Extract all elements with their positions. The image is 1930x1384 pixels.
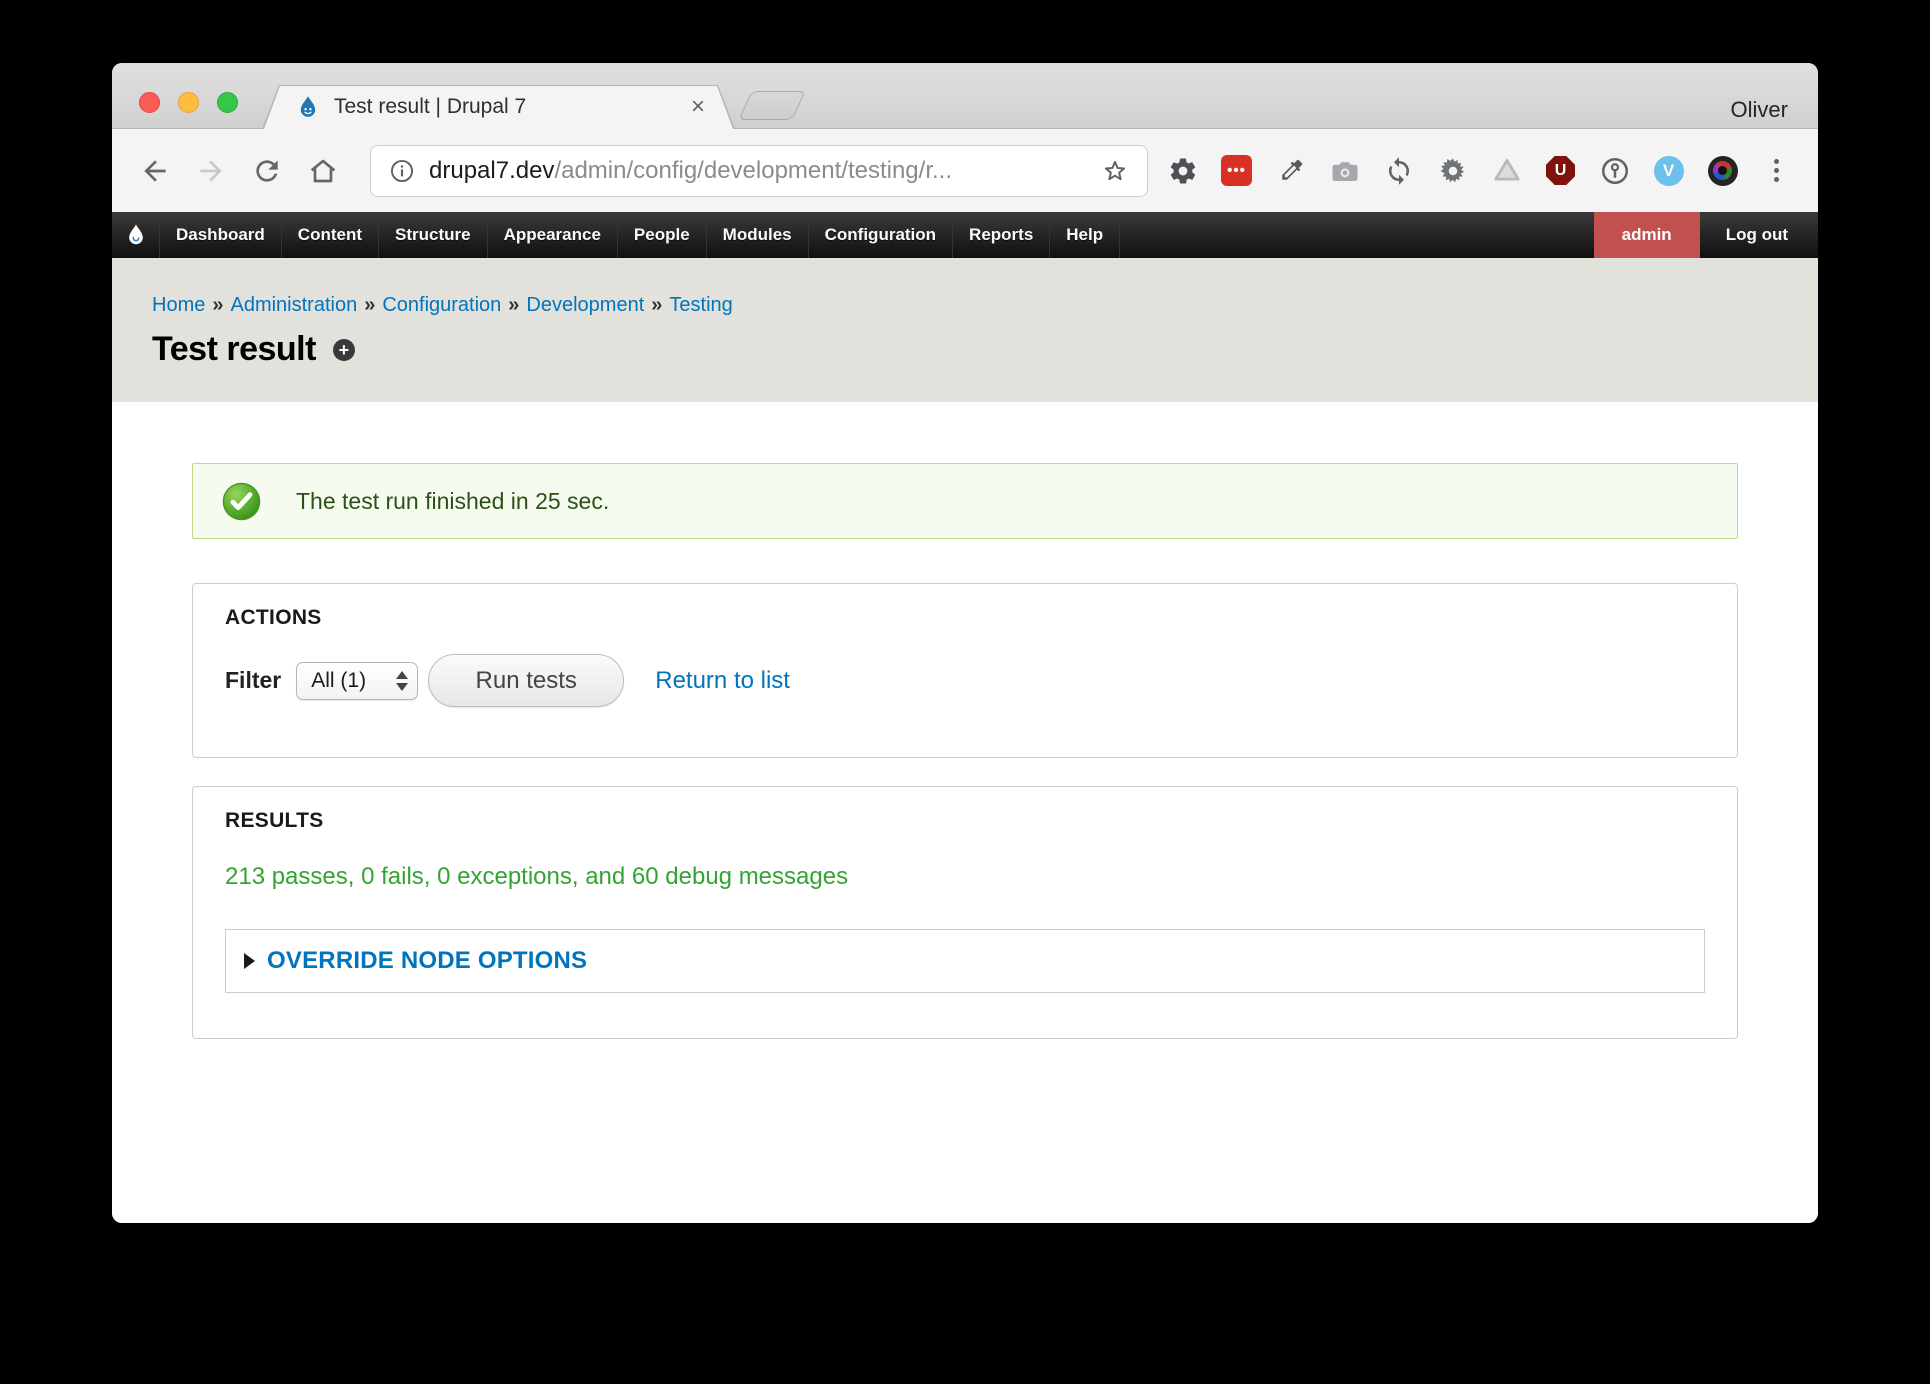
address-bar[interactable]: drupal7.dev/admin/config/development/tes… <box>370 145 1148 197</box>
tab-strip: Test result | Drupal 7 × Oliver <box>112 63 1818 129</box>
browser-menu-icon[interactable] <box>1761 155 1792 186</box>
results-fieldset: RESULTS 213 passes, 0 fails, 0 exception… <box>192 786 1738 1039</box>
reload-icon[interactable] <box>250 154 284 188</box>
toolbar-item-configuration[interactable]: Configuration <box>809 212 953 258</box>
home-icon[interactable] <box>306 154 340 188</box>
url-text: drupal7.dev/admin/config/development/tes… <box>429 157 1101 185</box>
breadcrumb-configuration[interactable]: Configuration <box>382 294 501 316</box>
run-tests-button[interactable]: Run tests <box>428 654 624 707</box>
toolbar-item-reports[interactable]: Reports <box>953 212 1050 258</box>
return-to-list-link[interactable]: Return to list <box>655 667 790 695</box>
actions-legend: ACTIONS <box>225 606 1705 630</box>
breadcrumb-separator: » <box>651 294 662 316</box>
drive-triangle-icon[interactable] <box>1491 155 1522 186</box>
browser-profile-name[interactable]: Oliver <box>1731 97 1788 123</box>
toolbar-item-structure[interactable]: Structure <box>379 212 488 258</box>
browser-window: Test result | Drupal 7 × Oliver drupal7 <box>112 63 1818 1223</box>
toolbar-item-dashboard[interactable]: Dashboard <box>160 212 282 258</box>
eyedropper-icon[interactable] <box>1275 155 1306 186</box>
browser-toolbar: drupal7.dev/admin/config/development/tes… <box>112 129 1818 212</box>
ublock-icon[interactable]: U <box>1545 155 1576 186</box>
breadcrumb-separator: » <box>364 294 375 316</box>
sync-search-icon[interactable] <box>1383 155 1414 186</box>
bookmark-star-icon[interactable] <box>1101 157 1129 185</box>
new-tab-button[interactable] <box>738 91 806 120</box>
filter-label: Filter <box>225 667 281 694</box>
status-text: The test run finished in 25 sec. <box>296 488 609 515</box>
toolbar-item-help[interactable]: Help <box>1050 212 1120 258</box>
filter-select[interactable]: All (1) <box>296 662 418 700</box>
url-path: /admin/config/development/testing/r... <box>554 157 952 184</box>
traffic-lights <box>139 92 238 113</box>
lastpass-icon[interactable]: ••• <box>1221 155 1252 186</box>
tab-close-icon[interactable]: × <box>691 95 705 119</box>
url-domain: drupal7.dev <box>429 157 554 184</box>
toolbar-item-modules[interactable]: Modules <box>707 212 809 258</box>
tab-title: Test result | Drupal 7 <box>334 95 691 119</box>
actions-fieldset: ACTIONS Filter All (1) Run tests Return … <box>192 583 1738 758</box>
close-window-icon[interactable] <box>139 92 160 113</box>
toolbar-user-admin[interactable]: admin <box>1594 212 1700 258</box>
breadcrumb-administration[interactable]: Administration <box>230 294 357 316</box>
forward-icon[interactable] <box>194 154 228 188</box>
toolbar-item-appearance[interactable]: Appearance <box>488 212 618 258</box>
toolbar-item-people[interactable]: People <box>618 212 707 258</box>
page-title: Test result <box>152 330 316 369</box>
page-content: The test run finished in 25 sec. ACTIONS… <box>112 402 1818 1223</box>
results-summary: 213 passes, 0 fails, 0 exceptions, and 6… <box>225 863 1705 891</box>
zoom-window-icon[interactable] <box>217 92 238 113</box>
toolbar-item-content[interactable]: Content <box>282 212 379 258</box>
collapsed-triangle-icon <box>244 953 255 969</box>
breadcrumb-separator: » <box>508 294 519 316</box>
camera-icon[interactable] <box>1329 155 1360 186</box>
filter-select-value: All (1) <box>311 669 396 693</box>
results-legend: RESULTS <box>225 809 1705 833</box>
breadcrumb-development[interactable]: Development <box>526 294 644 316</box>
settings-gear-icon[interactable] <box>1167 155 1198 186</box>
toolbar-logout[interactable]: Log out <box>1700 212 1814 258</box>
add-shortcut-icon[interactable]: + <box>333 339 355 361</box>
breadcrumb-home[interactable]: Home <box>152 294 205 316</box>
minimize-window-icon[interactable] <box>178 92 199 113</box>
select-arrows-icon <box>396 671 408 691</box>
camera-lens-icon[interactable] <box>1707 155 1738 186</box>
v-circle-icon[interactable]: V <box>1653 155 1684 186</box>
drupal-admin-toolbar: Dashboard Content Structure Appearance P… <box>112 212 1818 258</box>
drupal-favicon-icon <box>296 95 320 119</box>
extension-row: ••• U V <box>1167 155 1792 186</box>
page-header: Home » Administration » Configuration » Develo… <box>112 258 1818 402</box>
breadcrumb: Home » Administration » Configuration » Develo… <box>152 294 1818 317</box>
status-message: The test run finished in 25 sec. <box>192 463 1738 539</box>
override-node-options-label: OVERRIDE NODE OPTIONS <box>267 947 587 975</box>
gear-burst-icon[interactable] <box>1437 155 1468 186</box>
drupal-home-icon[interactable] <box>112 212 160 258</box>
status-ok-icon <box>221 481 262 522</box>
active-tab[interactable]: Test result | Drupal 7 × <box>262 85 735 129</box>
info-circle-icon[interactable] <box>389 158 415 184</box>
breadcrumb-testing[interactable]: Testing <box>669 294 732 316</box>
breadcrumb-separator: » <box>212 294 223 316</box>
back-icon[interactable] <box>138 154 172 188</box>
override-node-options-toggle[interactable]: OVERRIDE NODE OPTIONS <box>225 929 1705 993</box>
key-circle-icon[interactable] <box>1599 155 1630 186</box>
